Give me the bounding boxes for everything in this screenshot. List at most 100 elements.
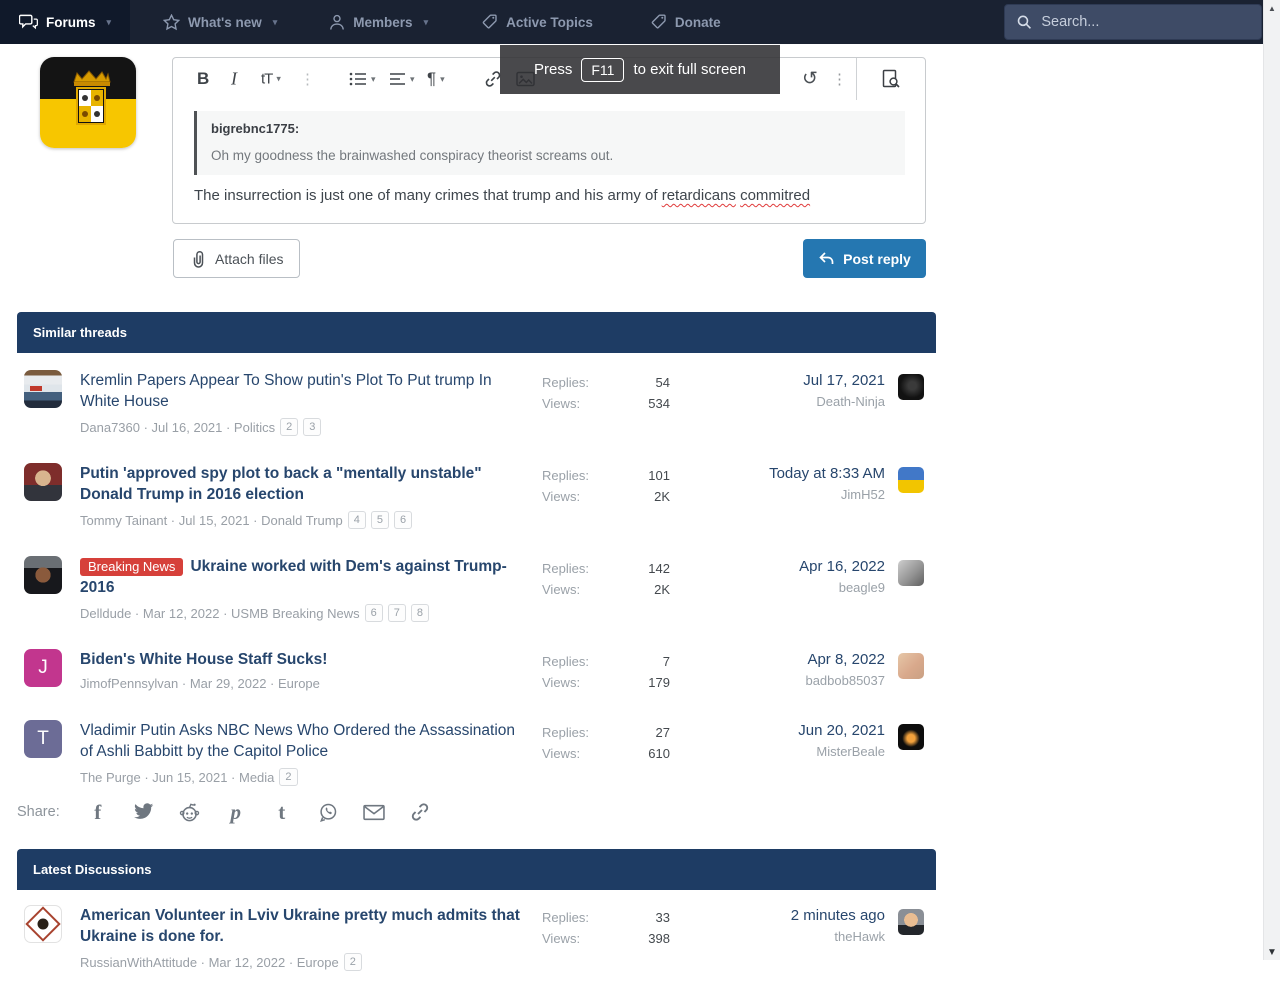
thread-title-link[interactable]: American Volunteer in Lviv Ukraine prett… bbox=[80, 907, 520, 945]
thread-avatar[interactable]: T bbox=[24, 720, 62, 758]
replies-label: Replies: bbox=[542, 465, 600, 486]
views-label: Views: bbox=[542, 743, 600, 764]
last-post-user-link[interactable]: JimH52 bbox=[769, 487, 885, 502]
misspelled-word: commitred bbox=[740, 187, 810, 204]
search-icon bbox=[1017, 14, 1031, 30]
search-box[interactable] bbox=[1004, 4, 1262, 40]
align-button[interactable]: ▾ bbox=[389, 71, 415, 87]
thread-meta-text[interactable]: Dana7360 · Jul 16, 2021 · Politics bbox=[80, 420, 275, 435]
last-post-avatar[interactable] bbox=[898, 467, 924, 493]
share-link-icon[interactable] bbox=[408, 802, 432, 822]
share-row: Share: f p t bbox=[17, 798, 432, 826]
last-post-user-link[interactable]: Death-Ninja bbox=[803, 394, 885, 409]
search-input[interactable] bbox=[1041, 14, 1249, 30]
last-post-avatar[interactable] bbox=[898, 724, 924, 750]
share-email-icon[interactable] bbox=[362, 804, 386, 821]
thread-avatar[interactable] bbox=[24, 905, 62, 943]
page-badge[interactable]: 5 bbox=[371, 511, 389, 529]
share-reddit-icon[interactable] bbox=[178, 802, 202, 822]
scrollbar-down-icon[interactable]: ▼ bbox=[1264, 947, 1280, 958]
last-post-user-link[interactable]: MisterBeale bbox=[798, 744, 885, 759]
post-reply-button[interactable]: Post reply bbox=[803, 239, 926, 278]
bold-button[interactable]: B bbox=[197, 69, 209, 89]
page-badge[interactable]: 4 bbox=[348, 511, 366, 529]
thread-row: American Volunteer in Lviv Ukraine prett… bbox=[24, 905, 924, 971]
thread-avatar[interactable]: J bbox=[24, 649, 62, 687]
italic-button[interactable]: I bbox=[231, 69, 237, 90]
thread-meta-text[interactable]: Delldude · Mar 12, 2022 · USMB Breaking … bbox=[80, 606, 360, 621]
chevron-down-icon[interactable]: ▾ bbox=[107, 17, 112, 28]
page-badge[interactable]: 7 bbox=[388, 604, 406, 622]
chevron-down-icon[interactable]: ▾ bbox=[424, 17, 429, 28]
nav-item-active-topics[interactable]: Active Topics bbox=[463, 0, 612, 44]
share-tumblr-icon[interactable]: t bbox=[270, 800, 294, 825]
thread-title-link[interactable]: Vladimir Putin Asks NBC News Who Ordered… bbox=[80, 722, 515, 760]
last-post-user-link[interactable]: theHawk bbox=[791, 929, 885, 944]
reply-editor-text[interactable]: The insurrection is just one of many cri… bbox=[194, 187, 905, 204]
thread-row: J Biden's White House Staff Sucks! Jimof… bbox=[24, 649, 924, 693]
share-pinterest-icon[interactable]: p bbox=[224, 800, 248, 825]
thread-meta-text[interactable]: RussianWithAttitude · Mar 12, 2022 · Eur… bbox=[80, 955, 339, 970]
last-post-date-link[interactable]: Apr 8, 2022 bbox=[805, 651, 885, 668]
share-facebook-icon[interactable]: f bbox=[86, 800, 110, 825]
last-post-avatar[interactable] bbox=[898, 909, 924, 935]
thread-meta-text[interactable]: The Purge · Jun 15, 2021 · Media bbox=[80, 770, 274, 785]
forum-page: { "labels": { "replies": "Replies:", "vi… bbox=[0, 0, 1280, 960]
thread-title-link[interactable]: Biden's White House Staff Sucks! bbox=[80, 651, 327, 668]
views-value: 2K bbox=[600, 486, 670, 507]
page-badge[interactable]: 3 bbox=[303, 418, 321, 436]
thread-last-post: Jul 17, 2021 Death-Ninja bbox=[670, 370, 924, 436]
fullscreen-toast: Press F11 to exit full screen bbox=[500, 45, 780, 94]
last-post-avatar[interactable] bbox=[898, 374, 924, 400]
page-badge[interactable]: 6 bbox=[394, 511, 412, 529]
last-post-avatar[interactable] bbox=[898, 560, 924, 586]
page-badge[interactable]: 8 bbox=[411, 604, 429, 622]
more-options-button[interactable]: ⋮ bbox=[832, 70, 847, 88]
nav-item-whats-new[interactable]: What's new ▾ bbox=[144, 0, 296, 44]
chevron-down-icon[interactable]: ▾ bbox=[273, 17, 278, 28]
scrollbar-track[interactable]: ▲ ▼ bbox=[1263, 0, 1280, 960]
last-post-user-link[interactable]: beagle9 bbox=[799, 580, 885, 595]
undo-button[interactable]: ↺ bbox=[802, 68, 818, 91]
share-whatsapp-icon[interactable] bbox=[316, 802, 340, 822]
last-post-user-link[interactable]: badbob85037 bbox=[805, 673, 885, 688]
last-post-avatar[interactable] bbox=[898, 653, 924, 679]
last-post-date-link[interactable]: 2 minutes ago bbox=[791, 907, 885, 924]
last-post-date-link[interactable]: Jun 20, 2021 bbox=[798, 722, 885, 739]
nav-item-forums[interactable]: Forums ▾ bbox=[0, 0, 130, 44]
page-badge[interactable]: 6 bbox=[365, 604, 383, 622]
last-post-date-link[interactable]: Jul 17, 2021 bbox=[803, 372, 885, 389]
replies-value: 27 bbox=[600, 722, 670, 743]
thread-avatar[interactable] bbox=[24, 556, 62, 594]
chevron-down-icon: ▾ bbox=[276, 74, 280, 85]
page-badge[interactable]: 2 bbox=[280, 418, 298, 436]
text-size-glyph: tT bbox=[261, 71, 272, 88]
thread-title-link[interactable]: Putin 'approved spy plot to back a "ment… bbox=[80, 465, 482, 503]
preview-button[interactable] bbox=[856, 58, 925, 100]
page-badge[interactable]: 2 bbox=[279, 768, 297, 786]
paragraph-button[interactable]: ¶▾ bbox=[427, 69, 445, 89]
scrollbar-up-icon[interactable]: ▲ bbox=[1264, 4, 1280, 13]
thread-meta-text[interactable]: Tommy Tainant · Jul 15, 2021 · Donald Tr… bbox=[80, 513, 343, 528]
bullet-list-icon bbox=[349, 71, 367, 87]
thread-avatar[interactable] bbox=[24, 370, 62, 408]
list-button[interactable]: ▾ bbox=[349, 71, 376, 87]
thread-avatar[interactable] bbox=[24, 463, 62, 501]
views-value: 398 bbox=[600, 928, 670, 949]
page-badge[interactable]: 2 bbox=[344, 953, 362, 971]
last-post-date-link[interactable]: Today at 8:33 AM bbox=[769, 465, 885, 482]
nav-item-members[interactable]: Members ▾ bbox=[310, 0, 447, 44]
thread-meta-text[interactable]: JimofPennsylvan · Mar 29, 2022 · Europe bbox=[80, 676, 320, 691]
thread-title-link[interactable]: Kremlin Papers Appear To Show putin's Pl… bbox=[80, 372, 492, 410]
thread-meta: Tommy Tainant · Jul 15, 2021 · Donald Tr… bbox=[80, 511, 530, 529]
avatar-letter: J bbox=[38, 657, 48, 679]
nav-item-donate[interactable]: Donate bbox=[632, 0, 740, 44]
attach-files-button[interactable]: Attach files bbox=[173, 239, 300, 278]
text-size-button[interactable]: tT ▾ bbox=[261, 71, 280, 88]
thread-stats: Replies:Views: 33398 bbox=[542, 905, 670, 971]
current-user-avatar[interactable] bbox=[40, 57, 136, 148]
more-options-button[interactable]: ⋮ bbox=[300, 70, 315, 88]
thread-stats: Replies:Views: 7179 bbox=[542, 649, 670, 693]
share-twitter-icon[interactable] bbox=[132, 803, 156, 821]
last-post-date-link[interactable]: Apr 16, 2022 bbox=[799, 558, 885, 575]
